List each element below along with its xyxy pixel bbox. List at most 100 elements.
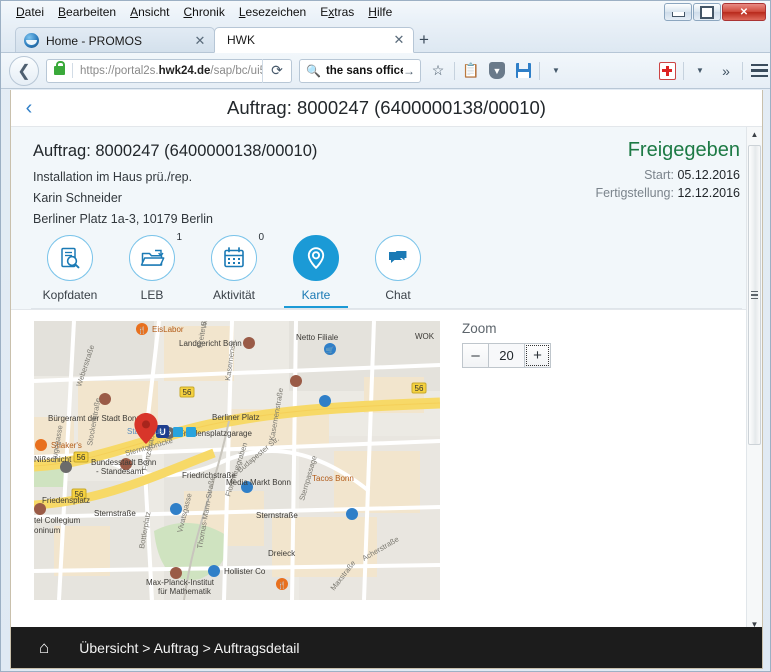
menu-bearbeiten[interactable]: Bearbeiten (51, 3, 123, 21)
svg-text:Netto Filiale: Netto Filiale (296, 333, 339, 342)
chevron-down-icon[interactable]: ▼ (543, 58, 569, 84)
document-search-icon (47, 235, 93, 281)
url-bar[interactable]: https://portal2s.hwk24.de/sap/bc/ui5 ⟳ (46, 59, 292, 83)
svg-text:Sternstraße: Sternstraße (94, 509, 136, 518)
svg-text:WOK: WOK (415, 332, 435, 341)
browser-tab-hwk[interactable]: HWK ✕ (214, 27, 414, 53)
tab-close-icon[interactable]: ✕ (192, 33, 208, 49)
maximize-button[interactable] (693, 3, 721, 21)
menu-bar: Datei Bearbeiten Ansicht Chronik Lesezei… (1, 1, 771, 23)
icon-tab-bar: Kopfdaten 1 LEB (11, 235, 762, 309)
toolbar-divider (742, 62, 743, 80)
start-date: 05.12.2016 (677, 168, 740, 182)
navigation-toolbar: ❮ https://portal2s.hwk24.de/sap/bc/ui5 ⟳… (1, 53, 771, 89)
svg-text:EisLabor: EisLabor (152, 325, 184, 334)
svg-text:Berliner Platz: Berliner Platz (212, 413, 260, 422)
reader-clipboard-icon[interactable]: 📋 (458, 58, 484, 84)
save-floppy-icon[interactable] (510, 58, 536, 84)
breadcrumb-footer: ⌂ Übersicht > Auftrag > Auftragsdetail (10, 627, 763, 669)
tab-label: Kopfdaten (43, 288, 98, 302)
url-divider (72, 63, 73, 78)
search-input[interactable]: the sans office (326, 65, 403, 77)
close-button[interactable]: ✕ (722, 3, 766, 21)
order-number: Auftrag: 8000247 (6400000138/00010) (33, 142, 317, 161)
zoom-minus-button[interactable]: – (462, 343, 489, 368)
tab-close-icon[interactable]: ✕ (391, 32, 407, 48)
content-scrollbar[interactable]: ▲ ▼ (746, 127, 762, 632)
svg-text:- Standesamt: - Standesamt (96, 467, 144, 476)
start-label: Start: (644, 168, 674, 182)
plugin-redcross-icon[interactable] (654, 58, 680, 84)
overflow-chevrons-icon[interactable]: » (713, 58, 739, 84)
tab-badge: 1 (176, 232, 182, 243)
svg-text:Friedensplatz: Friedensplatz (42, 496, 90, 505)
tab-label: Aktivität (213, 288, 255, 302)
svg-text:für Mathematik: für Mathematik (158, 587, 212, 596)
tab-aktivitaet[interactable]: 0 Aktivität (193, 235, 275, 309)
tab-label: LEB (141, 288, 164, 302)
calendar-icon (211, 235, 257, 281)
breadcrumb[interactable]: Übersicht > Auftrag > Auftragsdetail (79, 640, 299, 656)
tab-badge: 0 (258, 232, 264, 243)
customer-name: Karin Schneider (33, 191, 317, 205)
svg-text:🍴: 🍴 (138, 326, 147, 335)
svg-text:Hollister Co: Hollister Co (224, 567, 266, 576)
chevron-down-icon[interactable]: ▼ (687, 58, 713, 84)
web-page: ‹ Auftrag: 8000247 (6400000138/00010) Au… (10, 90, 763, 664)
zoom-plus-button[interactable]: + (524, 343, 551, 368)
svg-text:56: 56 (183, 388, 192, 397)
browser-tab-home[interactable]: Home - PROMOS ✕ (15, 27, 215, 53)
tab-label: HWK (227, 33, 391, 47)
toolbar-divider (683, 62, 684, 80)
scrollbar-thumb[interactable] (748, 145, 761, 445)
scroll-up-icon[interactable]: ▲ (747, 127, 762, 142)
finish-label: Fertigstellung: (595, 186, 674, 200)
shield-icon[interactable]: ▼ (484, 58, 510, 84)
page-title: Auftrag: 8000247 (6400000138/00010) (47, 97, 726, 119)
search-bar[interactable]: 🔍 the sans office → (299, 59, 421, 83)
map-pin-icon (293, 235, 339, 281)
order-summary: Auftrag: 8000247 (6400000138/00010) Inst… (11, 127, 762, 235)
map-panel: 56 56 56 56 🍴 EisLabor (11, 309, 762, 632)
zoom-label: Zoom (462, 321, 551, 336)
zoom-value[interactable]: 20 (489, 343, 524, 368)
new-tab-button[interactable]: + (419, 32, 429, 48)
tab-kopfdaten[interactable]: Kopfdaten (29, 235, 111, 309)
tab-leb[interactable]: 1 LEB (111, 235, 193, 309)
back-button[interactable]: ❮ (9, 56, 39, 86)
map-canvas[interactable]: 56 56 56 56 🍴 EisLabor (34, 321, 440, 600)
browser-window: Datei Bearbeiten Ansicht Chronik Lesezei… (0, 0, 771, 672)
finish-date-row: Fertigstellung: 12.12.2016 (595, 186, 740, 200)
menu-datei[interactable]: Datei (9, 3, 51, 21)
menu-chronik[interactable]: Chronik (176, 3, 231, 21)
tab-karte[interactable]: Karte (275, 235, 357, 309)
app-back-button[interactable]: ‹ (11, 98, 47, 118)
svg-text:oninum: oninum (34, 526, 61, 535)
tab-chat[interactable]: Chat (357, 235, 439, 309)
menu-hilfe[interactable]: Hilfe (361, 3, 399, 21)
app-header: ‹ Auftrag: 8000247 (6400000138/00010) (11, 90, 762, 127)
bookmark-star-icon[interactable]: ☆ (425, 58, 451, 84)
svg-text:Max-Planck-Institut: Max-Planck-Institut (146, 578, 215, 587)
svg-text:🛒: 🛒 (326, 346, 335, 355)
zoom-stepper: – 20 + (462, 343, 551, 368)
svg-text:Tacos Bonn: Tacos Bonn (312, 474, 354, 483)
menu-hamburger-icon[interactable] (746, 58, 771, 84)
tab-label: Chat (385, 288, 410, 302)
toolbar-divider (454, 62, 455, 80)
menu-ansicht[interactable]: Ansicht (123, 3, 176, 21)
status-badge: Freigegeben (595, 139, 740, 162)
home-icon[interactable]: ⌂ (39, 639, 49, 656)
favicon-icon (24, 33, 39, 48)
menu-lesezeichen[interactable]: Lesezeichen (232, 3, 313, 21)
tab-label: Home - PROMOS (46, 34, 192, 48)
svg-text:56: 56 (77, 453, 86, 462)
search-go-icon[interactable]: → (403, 64, 415, 78)
svg-text:tel Collegium: tel Collegium (34, 516, 81, 525)
finish-date: 12.12.2016 (677, 186, 740, 200)
reload-icon[interactable]: ⟳ (262, 59, 291, 83)
menu-extras[interactable]: Extras (313, 3, 361, 21)
minimize-button[interactable] (664, 3, 692, 21)
zoom-control: Zoom – 20 + (462, 321, 551, 368)
start-date-row: Start: 05.12.2016 (595, 168, 740, 182)
